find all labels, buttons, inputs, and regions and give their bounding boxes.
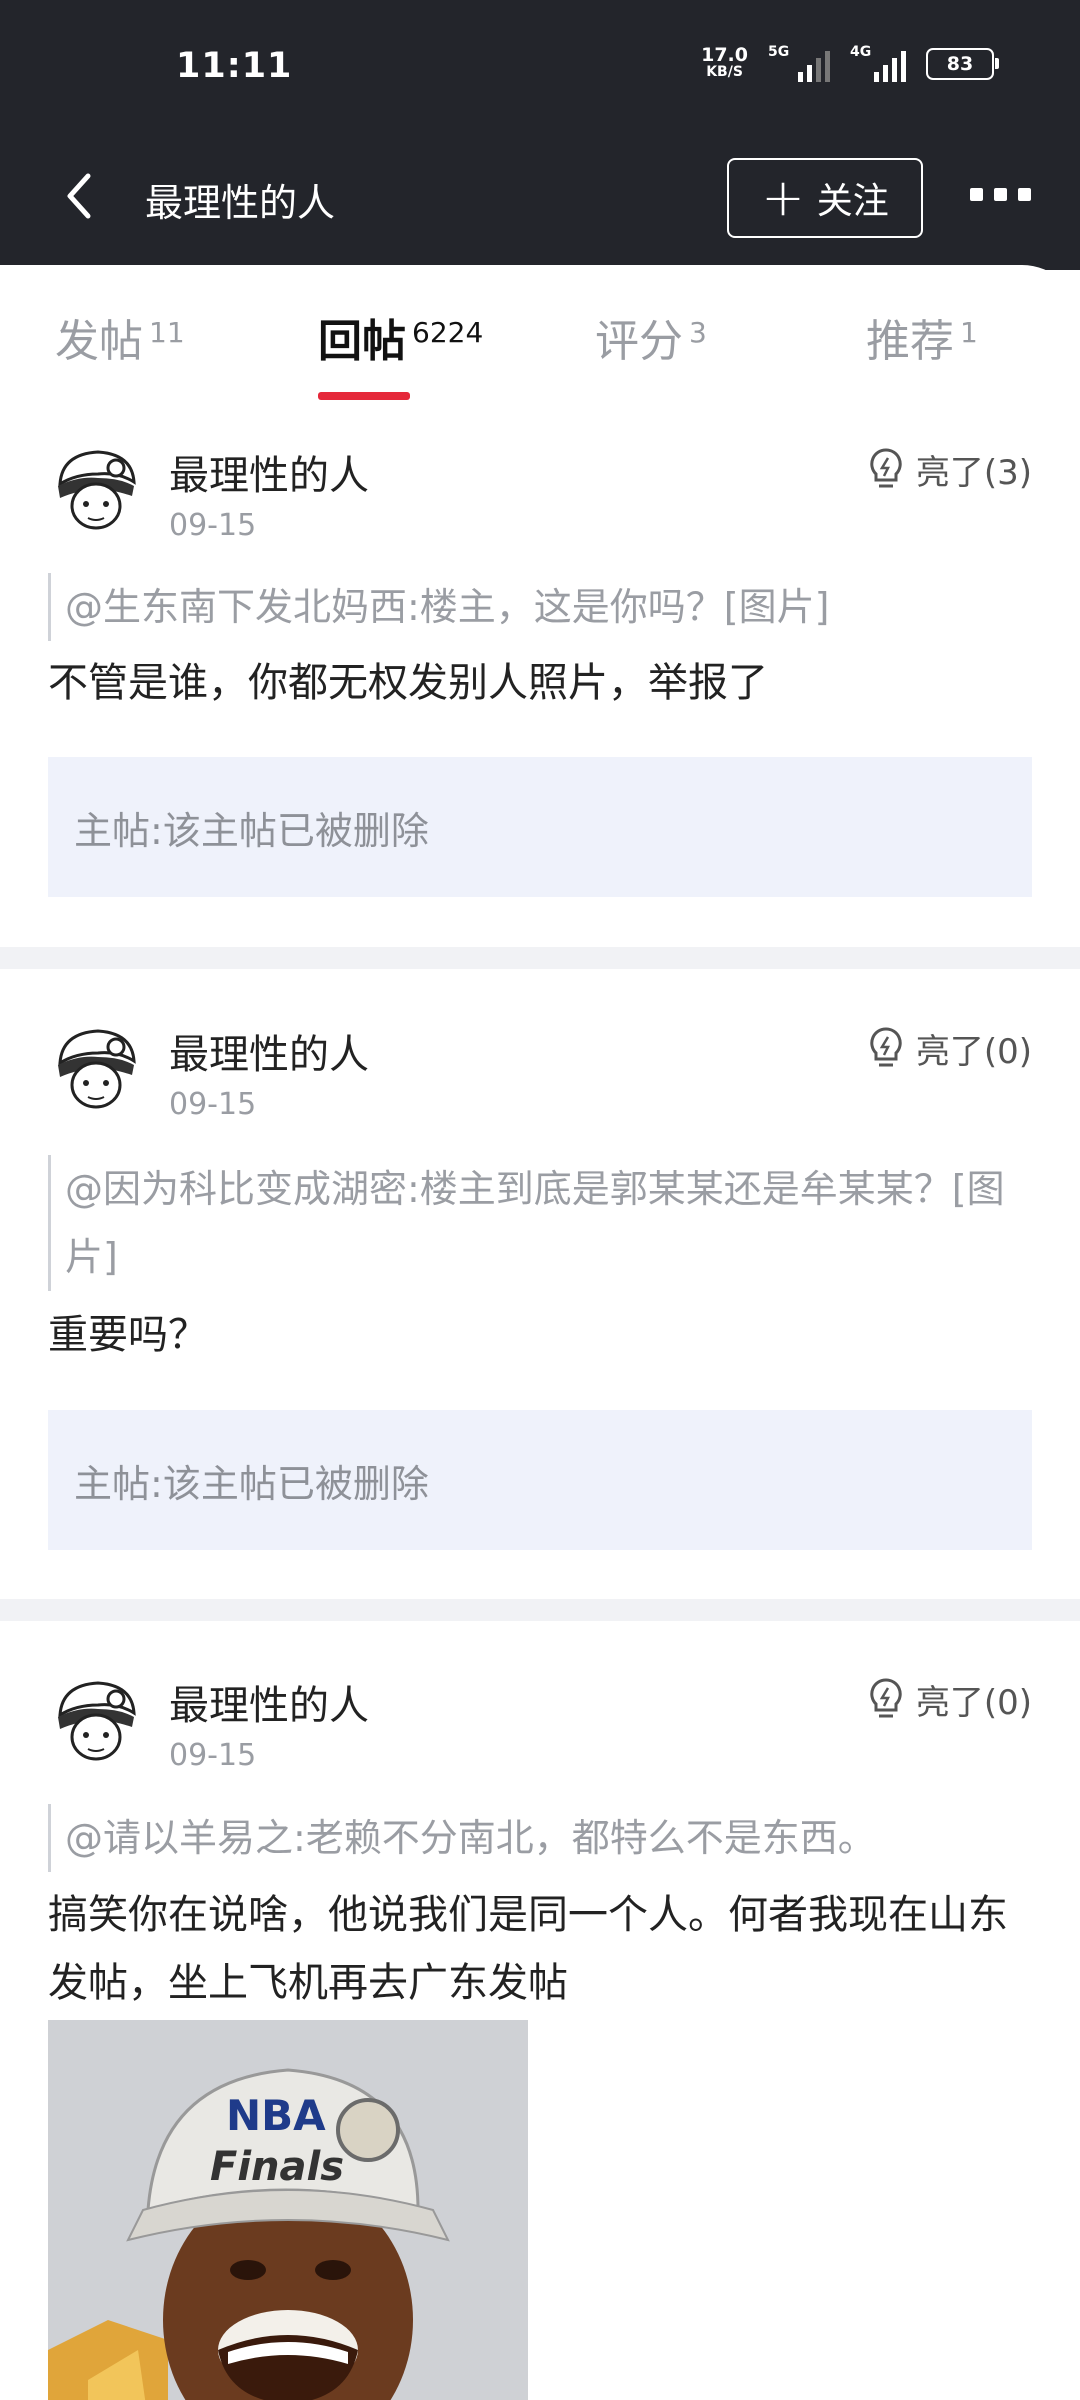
app-header: 11:11 17.0 KB/S 5G 4G 83 最理性的人 + 关注 xyxy=(0,0,1080,270)
light-button[interactable]: 亮了(3) xyxy=(866,445,1032,494)
tab-posts[interactable]: 发帖 11 xyxy=(55,305,185,369)
net-speed: 17.0 KB/S xyxy=(701,44,748,81)
avatar[interactable] xyxy=(48,1671,144,1767)
tab-label: 推荐 xyxy=(866,316,954,367)
tab-bar: 发帖 11 回帖 6224 评分 3 推荐 1 xyxy=(0,265,1080,400)
signal-bar xyxy=(874,72,879,82)
tab-label: 评分 xyxy=(595,316,683,367)
reply-text: 重要吗？ xyxy=(48,1312,208,1358)
dot-icon xyxy=(1018,188,1031,201)
avatar-icon xyxy=(48,1019,144,1115)
reply-text: 不管是谁，你都无权发别人照片，举报了 xyxy=(48,660,768,706)
quoted-reply[interactable]: @生东南下发北妈西:楼主，这是你吗？[图片] xyxy=(48,573,1005,641)
lightbulb-icon xyxy=(870,447,902,487)
net-speed-value: 17.0 xyxy=(701,44,748,66)
signal-5g-label: 5G xyxy=(768,44,790,60)
light-button[interactable]: 亮了(0) xyxy=(866,1675,1032,1724)
net-speed-unit: KB/S xyxy=(706,64,743,80)
signal-bar xyxy=(892,58,897,82)
post-date: 09-15 xyxy=(169,508,257,543)
divider xyxy=(0,1599,1080,1621)
post-username[interactable]: 最理性的人 xyxy=(169,1673,369,1731)
divider xyxy=(0,947,1080,969)
battery-level: 83 xyxy=(946,53,974,75)
more-options-button[interactable] xyxy=(970,188,1031,201)
reply-image[interactable]: NBA Finals xyxy=(48,2020,528,2400)
cap-finals-text: Finals xyxy=(210,2144,344,2190)
light-button[interactable]: 亮了(0) xyxy=(866,1024,1032,1073)
avatar[interactable] xyxy=(48,1019,144,1115)
follow-label: 关注 xyxy=(816,181,889,222)
main-post-text: 该主帖已被删除 xyxy=(162,1461,429,1506)
signal-bar xyxy=(901,51,906,82)
tab-label: 发帖 xyxy=(55,316,143,367)
post-date: 09-15 xyxy=(169,1738,257,1773)
signal-bar xyxy=(825,51,830,82)
main-post-box[interactable]: 主帖: 该主帖已被删除 xyxy=(48,757,1032,897)
tab-count: 3 xyxy=(689,316,707,349)
tab-label: 回帖 xyxy=(318,316,406,367)
signal-4g-icon: 4G xyxy=(850,44,906,82)
signal-bar xyxy=(798,72,803,82)
signal-bar xyxy=(807,65,812,82)
status-icons: 17.0 KB/S 5G 4G 83 xyxy=(701,44,999,82)
nba-player-photo-icon: NBA Finals xyxy=(48,2020,528,2400)
dot-icon xyxy=(994,188,1007,201)
main-post-box[interactable]: 主帖: 该主帖已被删除 xyxy=(48,1410,1032,1550)
page-title: 最理性的人 xyxy=(145,181,336,225)
post-username[interactable]: 最理性的人 xyxy=(169,443,369,501)
light-count: 亮了(3) xyxy=(915,453,1032,493)
quoted-reply[interactable]: @因为科比变成湖密:楼主到底是郭某某还是牟某某？[图片] xyxy=(48,1155,1005,1291)
chevron-left-icon xyxy=(67,173,91,219)
profile-content: 发帖 11 回帖 6224 评分 3 推荐 1 最理性的人 09-15 亮了(3) @生… xyxy=(0,265,1080,2400)
tab-count: 11 xyxy=(149,316,185,349)
status-time: 11:11 xyxy=(176,46,293,86)
lightbulb-icon xyxy=(870,1677,902,1717)
quoted-reply[interactable]: @请以羊易之:老赖不分南北，都特么不是东西。 xyxy=(48,1804,1005,1872)
main-post-label: 主帖: xyxy=(74,1461,163,1506)
tab-recommend[interactable]: 推荐 1 xyxy=(866,305,978,369)
avatar-icon xyxy=(48,1671,144,1767)
main-post-text: 该主帖已被删除 xyxy=(162,808,429,853)
main-post-label: 主帖: xyxy=(74,808,163,853)
battery-icon: 83 xyxy=(926,48,999,80)
back-button[interactable] xyxy=(58,166,102,226)
signal-4g-label: 4G xyxy=(850,44,872,60)
signal-bar xyxy=(816,58,821,82)
avatar[interactable] xyxy=(48,440,144,536)
signal-5g-icon: 5G xyxy=(768,44,830,82)
tab-ratings[interactable]: 评分 3 xyxy=(595,305,707,369)
follow-button[interactable]: + 关注 xyxy=(727,158,923,238)
tab-replies[interactable]: 回帖 6224 xyxy=(318,305,483,369)
light-count: 亮了(0) xyxy=(915,1032,1032,1072)
post-username[interactable]: 最理性的人 xyxy=(169,1022,369,1080)
signal-bar xyxy=(883,65,888,82)
reply-text: 搞笑你在说啥，他说我们是同一个人。何者我现在山东发帖，坐上飞机再去广东发帖 xyxy=(48,1892,1008,2006)
tab-count: 6224 xyxy=(412,316,484,349)
post-date: 09-15 xyxy=(169,1087,257,1122)
cap-logo-text: NBA xyxy=(226,2091,326,2140)
lightbulb-icon xyxy=(870,1026,902,1066)
light-count: 亮了(0) xyxy=(915,1683,1032,1723)
avatar-icon xyxy=(48,440,144,536)
active-tab-indicator xyxy=(318,392,410,400)
tab-count: 1 xyxy=(960,316,978,349)
dot-icon xyxy=(970,188,983,201)
plus-icon: + xyxy=(761,168,805,228)
